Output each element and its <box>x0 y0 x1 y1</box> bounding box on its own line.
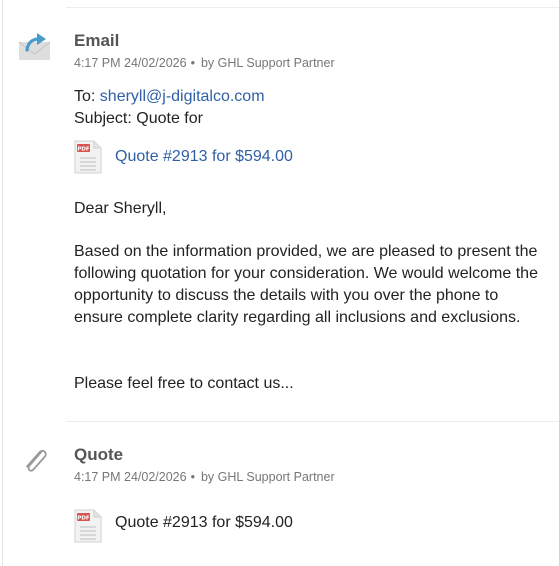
activity-timestamp: 4:17 PM 24/02/2026 <box>74 56 187 70</box>
pdf-file-icon: PDF <box>74 509 102 543</box>
email-greeting: Dear Sheryll, <box>74 200 167 217</box>
activity-author: by GHL Support Partner <box>200 470 335 484</box>
quote-attachment[interactable]: PDF Quote #2913 for $594.00 <box>74 509 293 543</box>
email-to-line: To: sheryll@j-digitalco.com <box>74 88 265 106</box>
activity-author: by GHL Support Partner <box>200 56 335 70</box>
attachment-link[interactable]: Quote #2913 for $594.00 <box>115 148 293 166</box>
recipient-email-link[interactable]: sheryll@j-digitalco.com <box>100 88 265 105</box>
svg-text:PDF: PDF <box>77 147 90 153</box>
top-divider <box>66 7 559 8</box>
meta-separator: • <box>190 470 195 484</box>
quote-attachment-label[interactable]: Quote #2913 for $594.00 <box>115 514 293 532</box>
svg-text:PDF: PDF <box>77 516 90 522</box>
activity-meta: 4:17 PM 24/02/2026 • by GHL Support Partne… <box>74 470 335 484</box>
activity-type-label: Quote <box>74 445 124 464</box>
activity-divider <box>66 421 559 422</box>
paperclip-icon <box>23 446 49 481</box>
envelope-forward-icon <box>18 30 52 67</box>
meta-separator: • <box>190 56 195 70</box>
to-label: To: <box>74 88 96 105</box>
activity-timestamp: 4:17 PM 24/02/2026 <box>74 470 187 484</box>
activity-type-label: Email <box>74 31 120 50</box>
email-body: Based on the information provided, we ar… <box>74 243 538 326</box>
email-subject: Subject: Quote for <box>74 110 203 127</box>
activity-meta: 4:17 PM 24/02/2026 • by GHL Support Partne… <box>74 56 335 70</box>
pdf-file-icon: PDF <box>74 140 102 174</box>
email-closing: Please feel free to contact us... <box>74 375 294 392</box>
timeline-rule <box>2 0 3 566</box>
email-attachment[interactable]: PDF Quote #2913 for $594.00 <box>74 140 293 174</box>
